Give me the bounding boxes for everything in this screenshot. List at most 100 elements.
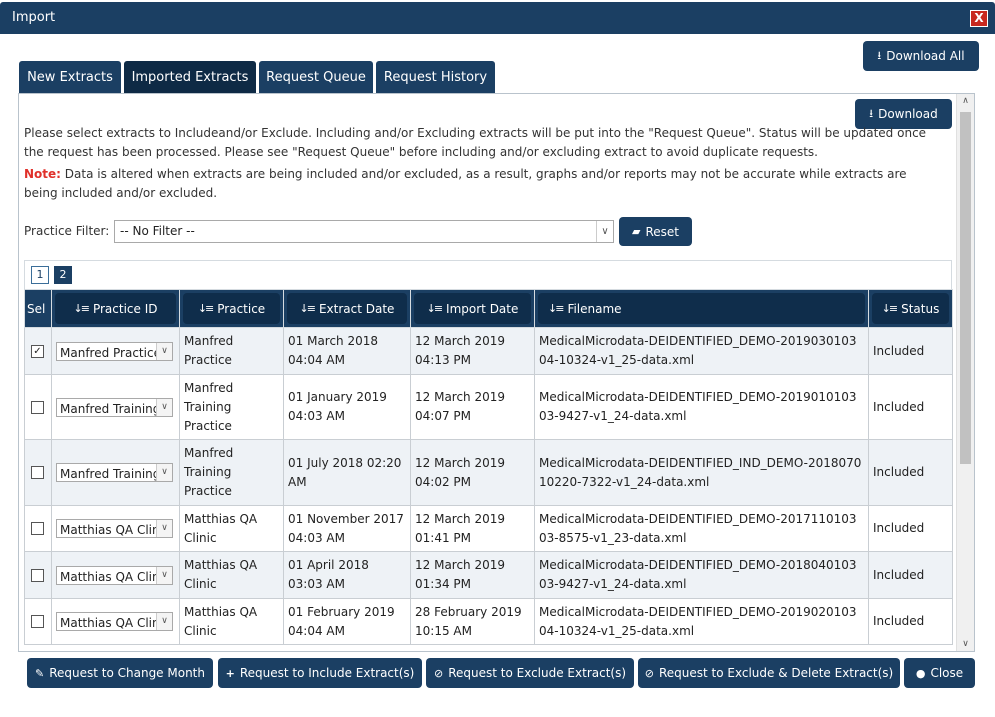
col-practice-id[interactable]: ↓≡ Practice ID: [51, 289, 180, 328]
sel-cell: [24, 598, 52, 645]
extract-date-cell: 01 March 2018 04:04 AM: [283, 327, 411, 375]
col-status[interactable]: ↓≡ Status: [868, 289, 953, 328]
tab-request-history[interactable]: Request History: [376, 61, 495, 93]
extract-date-cell: 01 February 2019 04:04 AM: [283, 598, 411, 645]
vertical-scrollbar[interactable]: ∧ ∨: [956, 94, 974, 651]
filename-cell: MedicalMicrodata-DEIDENTIFIED_IND_DEMO-2…: [534, 439, 869, 506]
col-extract-date[interactable]: ↓≡ Extract Date: [283, 289, 411, 328]
close-icon[interactable]: X: [970, 10, 988, 27]
row-checkbox[interactable]: [31, 615, 44, 628]
practice-filter-select[interactable]: -- No Filter -- ∨: [114, 220, 614, 243]
request-include-button[interactable]: + Request to Include Extract(s): [218, 658, 422, 688]
import-date-cell: 12 March 2019 01:41 PM: [410, 505, 535, 552]
practice-id-select[interactable]: Manfred Training Practice∨: [56, 463, 173, 482]
col-sel-label: Sel: [27, 301, 46, 316]
sel-cell: [24, 439, 52, 506]
reset-button[interactable]: ▰ Reset: [619, 217, 692, 246]
status-cell: Included: [868, 374, 953, 440]
table-row: Matthias QA Clinic ∨ Matthias QA Clinic 0…: [24, 551, 953, 599]
download-all-button[interactable]: ⭳ Download All: [863, 41, 979, 71]
include-label: Request to Include Extract(s): [239, 666, 415, 680]
status-cell: Included: [868, 327, 953, 375]
sel-cell: [24, 505, 52, 552]
download-all-label: Download All: [886, 49, 965, 63]
practice-filter-label: Practice Filter:: [24, 224, 110, 238]
practice-id-select[interactable]: Manfred Training Practice∨: [56, 397, 173, 417]
tab-label: Request Queue: [266, 69, 366, 85]
practice-cell: Manfred Training Practice: [179, 439, 284, 506]
reset-label: Reset: [645, 224, 679, 239]
practice-filter-value: -- No Filter --: [120, 224, 195, 238]
practice-id-value: Matthias QA Clinic: [60, 523, 170, 537]
col-label: Practice ID: [92, 301, 158, 316]
filename-cell: MedicalMicrodata-DEIDENTIFIED_DEMO-20190…: [534, 598, 869, 645]
practice-cell: Manfred Practice: [179, 327, 284, 375]
chevron-down-icon: ∨: [156, 464, 172, 481]
import-date-cell: 12 March 2019 01:34 PM: [410, 551, 535, 599]
close-button[interactable]: ● Close: [904, 658, 975, 688]
row-checkbox[interactable]: [31, 466, 44, 479]
table-row: Matthias QA Clinic ∨ Matthias QA Clinic 0…: [24, 505, 953, 552]
page-1-button[interactable]: 1: [31, 266, 49, 284]
chevron-down-icon[interactable]: ∨: [957, 639, 974, 649]
tab-new-extracts[interactable]: New Extracts: [19, 61, 121, 93]
tab-label: Request History: [383, 69, 488, 85]
col-filename[interactable]: ↓≡ Filename: [534, 289, 869, 328]
practice-id-select[interactable]: Matthias QA Clinic ∨: [56, 612, 173, 631]
sort-icon: ↓≡: [548, 302, 565, 315]
practice-id-cell: Matthias QA Clinic ∨: [51, 598, 180, 645]
status-cell: Included: [868, 551, 953, 599]
col-import-date[interactable]: ↓≡ Import Date: [410, 289, 535, 328]
ban-icon: ⊘: [433, 666, 444, 680]
request-change-month-button[interactable]: ✎ Request to Change Month: [27, 658, 213, 688]
col-practice[interactable]: ↓≡ Practice: [179, 289, 284, 328]
sort-icon: ↓≡: [73, 302, 91, 315]
status-cell: Included: [868, 439, 953, 506]
sel-cell: [24, 374, 52, 440]
status-cell: Included: [868, 598, 953, 645]
status-cell: Included: [868, 505, 953, 552]
row-checkbox[interactable]: [31, 568, 44, 582]
practice-id-select[interactable]: Matthias QA Clinic ∨: [56, 565, 173, 585]
circle-icon: ●: [915, 666, 926, 680]
sel-cell: ✓: [24, 327, 52, 375]
ban-icon: ⊘: [644, 666, 654, 680]
row-checkbox[interactable]: ✓: [31, 344, 44, 358]
change-month-label: Request to Change Month: [49, 666, 205, 680]
table-row: Manfred Training Practice∨ Manfred Train…: [24, 374, 953, 440]
edit-icon: ✎: [34, 666, 45, 680]
practice-id-select[interactable]: Manfred Practice ∨: [56, 341, 173, 361]
sort-icon: ↓≡: [426, 302, 444, 315]
tab-request-queue[interactable]: Request Queue: [259, 61, 373, 93]
request-exclude-button[interactable]: ⊘ Request to Exclude Extract(s): [426, 658, 634, 688]
import-date-cell: 12 March 2019 04:07 PM: [410, 374, 535, 440]
extract-date-cell: 01 July 2018 02:20 AM: [283, 439, 411, 506]
note-body: Data is altered when extracts are being …: [24, 167, 907, 200]
table-row: Manfred Training Practice∨ Manfred Train…: [24, 439, 953, 506]
request-exclude-delete-button[interactable]: ⊘ Request to Exclude & Delete Extract(s): [638, 658, 900, 688]
col-sel: Sel: [24, 289, 52, 328]
scrollbar-thumb[interactable]: [960, 112, 971, 464]
table-header-row: Sel ↓≡ Practice ID ↓≡ Practice ↓≡ Extract D…: [24, 289, 953, 328]
chevron-down-icon: ∨: [156, 342, 172, 360]
filename-cell: MedicalMicrodata-DEIDENTIFIED_DEMO-20180…: [534, 551, 869, 599]
import-date-cell: 12 March 2019 04:02 PM: [410, 439, 535, 506]
table-row: Matthias QA Clinic ∨ Matthias QA Clinic 0…: [24, 598, 953, 645]
page-2-button[interactable]: 2: [54, 266, 72, 284]
row-checkbox[interactable]: [31, 522, 44, 535]
download-label: Download: [878, 107, 938, 121]
imported-extracts-panel: ⭳ Download Please select extracts to Inc…: [18, 93, 975, 652]
chevron-down-icon: ∨: [156, 566, 172, 584]
row-checkbox[interactable]: [31, 400, 44, 414]
extract-date-cell: 01 November 2017 04:03 AM: [283, 505, 411, 552]
note-label: Note:: [24, 167, 61, 181]
pagination: 1 2: [24, 260, 952, 289]
chevron-down-icon: ∨: [156, 398, 172, 416]
tab-imported-extracts[interactable]: Imported Extracts: [124, 61, 256, 93]
download-icon: ⭳: [877, 48, 882, 62]
close-label: Close: [930, 666, 964, 680]
practice-id-select[interactable]: Matthias QA Clinic ∨: [56, 519, 173, 538]
chevron-up-icon[interactable]: ∧: [957, 96, 974, 106]
extracts-table: Sel ↓≡ Practice ID ↓≡ Practice ↓≡ Extract D…: [24, 289, 953, 645]
practice-cell: Matthias QA Clinic: [179, 598, 284, 645]
